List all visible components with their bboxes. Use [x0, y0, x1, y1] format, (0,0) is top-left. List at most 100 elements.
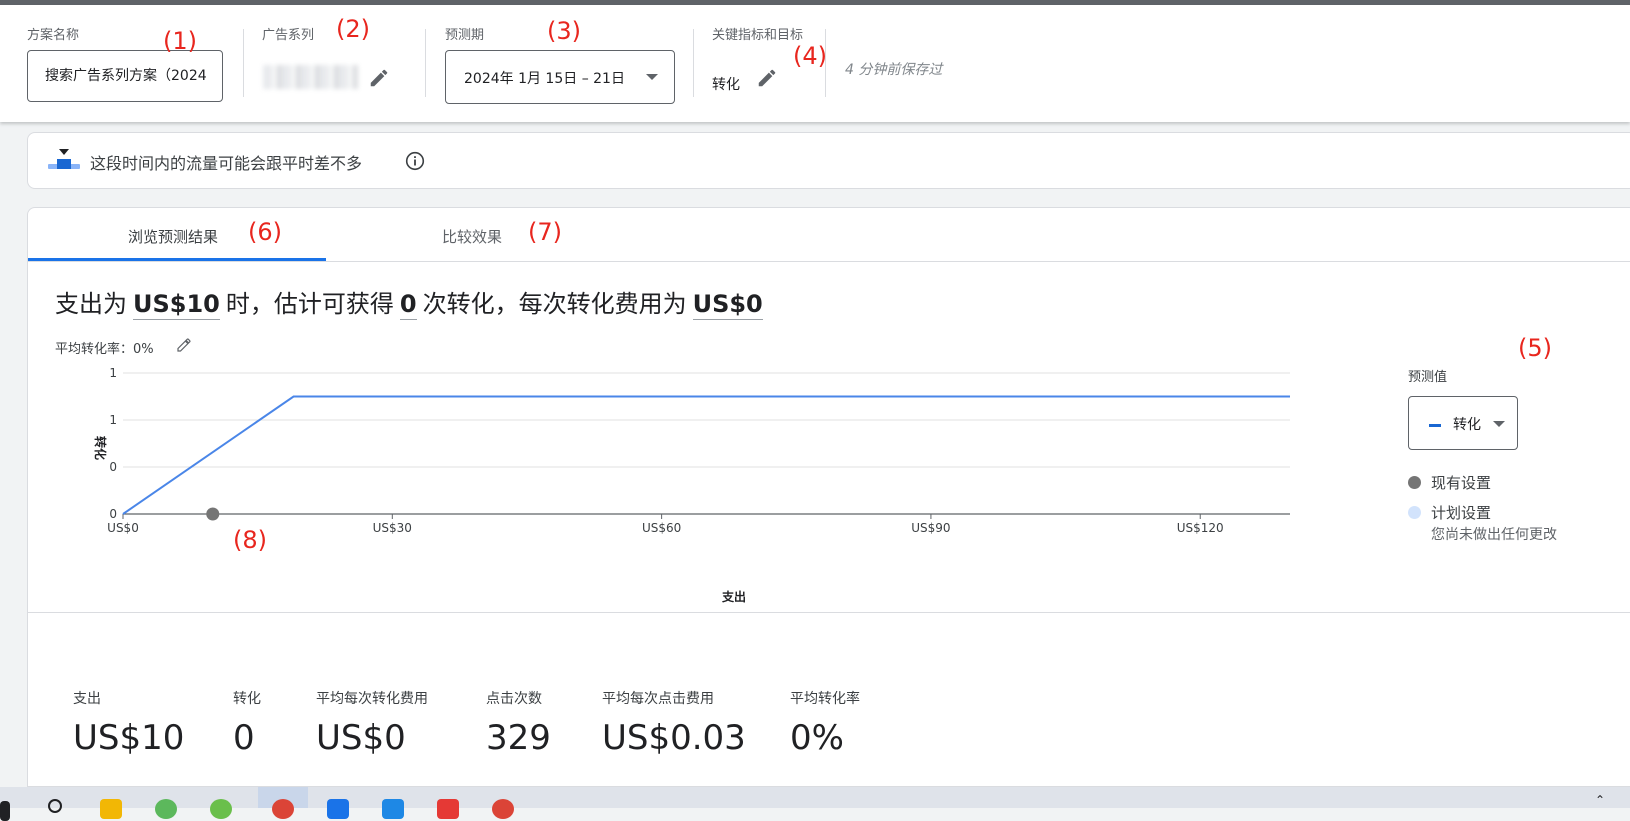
plan-name-label: 方案名称 [27, 28, 80, 43]
app-icon[interactable] [327, 799, 349, 819]
forecast-chart: 0 0 1 1 US$0 US$30 US$60 US$90 US$120 支出 转化 [93, 366, 1290, 604]
stat-value: 0 [233, 718, 255, 758]
annotation-3: (3) [547, 17, 581, 45]
app-icon[interactable] [437, 799, 459, 819]
annotation-2: (2) [336, 15, 370, 43]
planned-settings-dot [1408, 506, 1421, 519]
y-tick-label: 0 [109, 460, 117, 474]
summary-cpa[interactable]: US$0 [692, 290, 763, 320]
forecast-period-select[interactable]: 2024年 1月 15日 – 21日 [445, 50, 675, 104]
stat-conversions: 转化 0 [233, 688, 261, 758]
chart-series [122, 395, 1290, 521]
card-divider [28, 612, 1630, 613]
photos-icon[interactable] [382, 799, 404, 819]
current-settings-label: 现有设置 [1431, 474, 1492, 492]
stat-value: 329 [486, 718, 551, 758]
stat-label: 平均每次点击费用 [602, 691, 714, 707]
kpi-label: 关键指标和目标 [712, 28, 804, 43]
saved-status: 4 分钟前保存过 [845, 62, 943, 78]
dropdown-arrow-icon [646, 74, 658, 80]
stat-label: 支出 [73, 691, 101, 707]
header-divider [243, 29, 244, 97]
traffic-notice: 这段时间内的流量可能会跟平时差不多 [27, 132, 1630, 189]
traffic-notice-text: 这段时间内的流量可能会跟平时差不多 [90, 154, 363, 173]
tab-browse-forecast[interactable]: 浏览预测结果 [128, 226, 218, 247]
campaign-name-redacted [263, 65, 358, 89]
chrome-icon[interactable] [492, 799, 514, 819]
edit-campaign-pencil-icon[interactable] [368, 67, 390, 89]
os-taskbar: ⌃ [0, 787, 1630, 821]
x-tick-label: US$30 [373, 521, 412, 535]
file-explorer-icon[interactable] [100, 799, 122, 819]
y-tick-label: 1 [109, 413, 117, 427]
plan-name-input[interactable]: 搜索广告系列方案（2024 [27, 50, 223, 102]
x-tick-label: US$120 [1177, 521, 1224, 535]
x-axis-label: 支出 [721, 589, 746, 604]
stat-value: US$10 [73, 718, 185, 758]
edit-kpi-pencil-icon[interactable] [756, 67, 778, 89]
chart-grid [123, 372, 1290, 515]
stat-value: US$0 [316, 718, 406, 758]
x-tick-label: US$0 [107, 521, 139, 535]
x-tick-label: US$60 [642, 521, 681, 535]
stat-label: 平均每次转化费用 [316, 691, 428, 707]
forecast-summary: 支出为 US$10 时，估计可获得 0 次转化，每次转化费用为 US$0 [55, 284, 769, 320]
annotation-5: (5) [1518, 334, 1552, 362]
summary-text-2: 时，估计可获得 [225, 290, 394, 318]
campaign-label: 广告系列 [262, 28, 315, 43]
summary-text-1: 支出为 [55, 290, 127, 318]
stat-label: 转化 [233, 691, 261, 707]
avg-conversion-rate: 平均转化率：0% [55, 342, 154, 357]
stat-value: US$0.03 [602, 718, 746, 758]
stat-spend: 支出 US$10 [73, 688, 184, 758]
forecast-period-label: 预测期 [445, 28, 485, 43]
windows-start-icon[interactable] [0, 801, 10, 821]
dropdown-arrow-icon [1493, 421, 1505, 427]
info-icon[interactable] [405, 151, 425, 171]
stat-avg-conversion-rate: 平均转化率 0% [790, 688, 860, 758]
stat-value: 0% [790, 718, 844, 758]
metric-select-value: 转化 [1453, 417, 1481, 433]
no-changes-note: 您尚未做出任何更改 [1431, 527, 1557, 543]
chrome-icon[interactable] [272, 799, 294, 819]
y-axis-label: 转化 [93, 436, 108, 460]
tab-compare-performance[interactable]: 比较效果 [442, 226, 502, 247]
x-tick-label: US$90 [911, 521, 950, 535]
forecast-card: 浏览预测结果 比较效果 (6) (7) 支出为 US$10 时，估计可获得 0 次转化，… [27, 207, 1630, 787]
traffic-level-icon [48, 149, 80, 169]
forecast-metric-select[interactable]: 转化 [1408, 396, 1518, 450]
summary-text-3: 次转化，每次转化费用为 [422, 290, 687, 318]
summary-conversions[interactable]: 0 [399, 290, 417, 320]
stat-avg-cpc: 平均每次点击费用 US$0.03 [602, 688, 746, 758]
y-tick-label: 1 [109, 366, 117, 380]
annotation-4: (4) [793, 42, 827, 70]
stat-avg-cpa: 平均每次转化费用 US$0 [316, 688, 428, 758]
wechat-icon[interactable] [210, 799, 232, 819]
header-divider [425, 29, 426, 97]
legend-title: 预测值 [1408, 370, 1448, 385]
edit-rate-pencil-icon[interactable] [176, 337, 192, 353]
annotation-7: (7) [528, 218, 562, 246]
avg-conversion-rate-row: 平均转化率：0% [55, 338, 191, 357]
current-settings-dot [1408, 476, 1421, 489]
stat-label: 点击次数 [486, 691, 542, 707]
annotation-6: (6) [248, 218, 282, 246]
stat-clicks: 点击次数 329 [486, 688, 551, 758]
chart-ticks: 0 0 1 1 US$0 US$30 US$60 US$90 US$120 [107, 366, 1224, 535]
metric-swatch [1429, 424, 1441, 427]
tab-divider [28, 261, 1630, 262]
summary-spend[interactable]: US$10 [133, 290, 220, 320]
tray-chevron-icon[interactable]: ⌃ [1595, 793, 1605, 807]
y-tick-label: 0 [109, 507, 117, 521]
annotation-8: (8) [233, 526, 267, 554]
header-divider [693, 29, 694, 97]
conversions-series-line [122, 395, 1290, 515]
app-icon[interactable] [155, 799, 177, 819]
planned-settings-label: 计划设置 [1431, 504, 1492, 522]
kpi-value: 转化 [712, 77, 740, 93]
annotation-1: (1) [163, 27, 197, 55]
search-icon[interactable] [46, 797, 66, 817]
current-settings-point [206, 507, 220, 521]
plan-header: 方案名称 搜索广告系列方案（2024 广告系列 预测期 2024年 1月 15日… [0, 5, 1630, 122]
stat-label: 平均转化率 [790, 691, 860, 707]
